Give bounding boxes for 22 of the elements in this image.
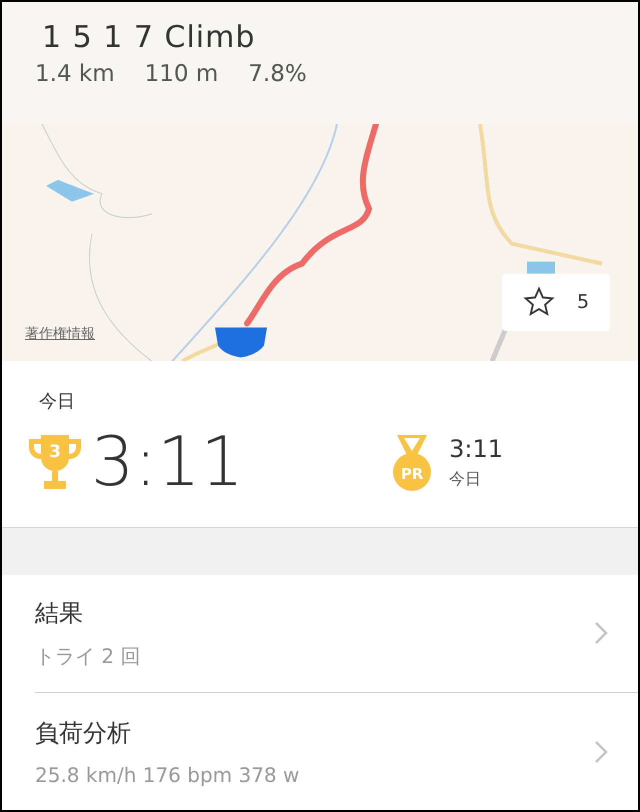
rank-number: 3 [48, 442, 62, 462]
effort-time: 3:11 [91, 423, 244, 502]
row-subtitle: トライ 2 回 [35, 642, 142, 670]
row-subtitle: 25.8 km/h 176 bpm 378 w [35, 762, 300, 787]
chevron-icon [594, 740, 608, 764]
date-label: 今日 [39, 390, 75, 414]
copyright-link[interactable]: 著作権情報 [25, 325, 95, 344]
row-title: 負荷分析 [35, 718, 132, 749]
star-button[interactable]: 5 [502, 274, 610, 331]
pr-time: 3:11 [449, 435, 503, 464]
segment-stat: 7.8% [248, 61, 307, 87]
segment-title: 1 5 1 7 Climb [41, 20, 256, 55]
segment-stat: 1.4 km [35, 61, 115, 87]
medal-icon [393, 434, 432, 491]
segment-stat: 110 m [144, 61, 218, 87]
pr-label: PR [400, 464, 424, 483]
list-row[interactable]: 負荷分析 25.8 km/h 176 bpm 378 w [35, 692, 638, 810]
list-row[interactable]: 結果 トライ 2 回 [2, 574, 638, 692]
row-title: 結果 [35, 598, 84, 629]
chevron-icon [594, 621, 608, 646]
pr-date: 今日 [449, 469, 482, 490]
star-icon [522, 286, 555, 318]
